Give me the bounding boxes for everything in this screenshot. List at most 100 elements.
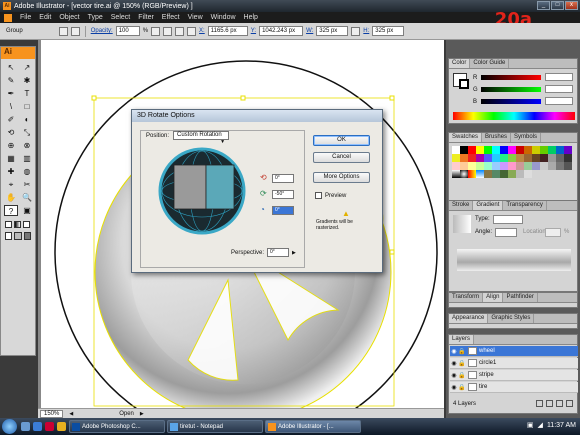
trash-icon[interactable] (566, 400, 573, 407)
gradient-ramp[interactable] (457, 249, 571, 271)
preview-checkbox-box[interactable] (315, 192, 322, 199)
color-spectrum[interactable] (453, 112, 575, 120)
y-rotation-field[interactable]: -50° (272, 190, 294, 199)
menu-view[interactable]: View (188, 14, 203, 21)
normal-screen-icon[interactable] (5, 232, 13, 240)
more-options-button[interactable]: More Options (313, 172, 370, 183)
g-slider[interactable] (481, 87, 541, 92)
taskbar-item-illustrator[interactable]: Adobe Illustrator - [... (265, 420, 361, 433)
quicklaunch-app-icon[interactable] (45, 422, 54, 431)
warp-tool-icon[interactable]: ⊕ (4, 140, 18, 151)
layer-name[interactable]: stripe (479, 372, 494, 378)
document-icon[interactable] (4, 13, 12, 22)
paintbrush-tool-icon[interactable]: ◐ (20, 114, 34, 125)
rectangle-tool-icon[interactable]: □ (20, 101, 34, 112)
swatch-grid[interactable] (452, 146, 572, 188)
gradient-thumbnail[interactable] (453, 215, 471, 233)
color-mode-icon[interactable] (5, 221, 12, 228)
eye-icon[interactable]: ◉ (450, 384, 458, 391)
brush-icon[interactable] (70, 26, 80, 36)
tab-brushes[interactable]: Brushes (482, 133, 512, 142)
tab-stroke[interactable]: Stroke (449, 201, 474, 210)
tab-color-guide[interactable]: Color Guide (470, 59, 510, 68)
perspective-field[interactable]: 0° (267, 248, 290, 257)
lasso-tool-icon[interactable]: ✱ (20, 75, 34, 86)
g-value-field[interactable] (545, 85, 573, 93)
artboard-canvas[interactable]: 3D Rotate Options Position: Custom Rotat… (38, 40, 444, 408)
stroke-swatch-icon[interactable] (58, 26, 68, 36)
tab-swatches[interactable]: Swatches (449, 133, 483, 142)
w-field[interactable]: 325 px (316, 26, 349, 36)
menu-help[interactable]: Help (244, 14, 258, 21)
menu-select[interactable]: Select (111, 14, 130, 21)
x-rotation-field[interactable]: 0° (272, 174, 294, 183)
scroll-right-icon[interactable]: ▶ (140, 411, 144, 417)
type-tool-icon[interactable]: T (20, 88, 34, 99)
y-field[interactable]: 1042.243 px (259, 26, 304, 36)
link-icon[interactable] (351, 26, 361, 36)
magic-wand-tool-icon[interactable]: ✎ (4, 75, 18, 86)
line-tool-icon[interactable]: \ (4, 101, 18, 112)
free-transform-tool-icon[interactable]: ⊗ (20, 140, 34, 151)
minimize-button[interactable]: _ (537, 1, 550, 10)
stroke-swatch[interactable] (459, 79, 469, 89)
tab-pathfinder[interactable]: Pathfinder (503, 293, 538, 302)
position-select[interactable]: Custom Rotation ▼ (173, 131, 230, 145)
show-desktop-icon[interactable] (21, 422, 30, 431)
lock-icon[interactable]: 🔒 (458, 360, 466, 367)
taskbar-item-photoshop[interactable]: Adobe Photoshop C... (69, 420, 165, 433)
maximize-button[interactable]: □ (551, 1, 564, 10)
symbol-sprayer-tool-icon[interactable]: ▦ (4, 153, 18, 164)
gradient-type-select[interactable] (493, 215, 523, 224)
preview-checkbox[interactable]: Preview (315, 192, 346, 199)
hand-tool-icon[interactable]: ✋ (4, 192, 18, 203)
layer-row[interactable]: ◉ 🔒 tire (450, 382, 578, 393)
menu-edit[interactable]: Edit (39, 14, 51, 21)
layer-row[interactable]: ◉ 🔒 circle1 (450, 358, 578, 369)
eye-icon[interactable]: ◉ (450, 360, 458, 367)
fill-icon[interactable]: ? (4, 205, 18, 216)
zoom-tool-icon[interactable]: 🔍 (20, 192, 34, 203)
lock-icon[interactable]: 🔒 (458, 372, 466, 379)
reference-point-icon[interactable] (187, 26, 197, 36)
scroll-left-icon[interactable]: ◀ (69, 411, 73, 417)
gradient-mode-icon[interactable] (14, 221, 21, 228)
eyedropper-tool-icon[interactable]: ⌖ (4, 179, 18, 190)
lock-icon[interactable]: 🔒 (458, 348, 466, 355)
tab-transform[interactable]: Transform (449, 293, 484, 302)
r-slider[interactable] (481, 75, 541, 80)
menu-effect[interactable]: Effect (162, 14, 180, 21)
x-field[interactable]: 1165.6 px (207, 26, 248, 36)
browser-icon[interactable] (33, 422, 42, 431)
new-layer-icon[interactable] (556, 400, 563, 407)
opacity-field[interactable]: 100 (115, 26, 140, 36)
layer-name[interactable]: circle1 (479, 360, 496, 366)
menu-object[interactable]: Object (59, 14, 79, 21)
rotate-tool-icon[interactable]: ⟲ (4, 127, 18, 138)
zoom-field[interactable]: 150% (40, 409, 64, 418)
pen-tool-icon[interactable]: ✒ (4, 88, 18, 99)
b-value-field[interactable] (545, 97, 573, 105)
style-swatch-icon[interactable] (151, 26, 161, 36)
scissors-tool-icon[interactable]: ✂ (20, 179, 34, 190)
clock[interactable]: 11:37 AM (547, 422, 576, 429)
quicklaunch-app-icon[interactable] (57, 422, 66, 431)
tab-transparency[interactable]: Transparency (503, 201, 547, 210)
tab-align[interactable]: Align (483, 293, 504, 302)
gradient-location-field[interactable] (545, 228, 561, 237)
full-screen-menu-icon[interactable] (14, 232, 22, 240)
b-slider[interactable] (481, 99, 541, 104)
layer-row[interactable]: ◉ 🔒 wheel (450, 346, 578, 357)
start-button-icon[interactable] (2, 419, 17, 434)
gradient-tool-icon[interactable]: ◍ (20, 166, 34, 177)
menu-type[interactable]: Type (88, 14, 103, 21)
opacity-label[interactable]: Opacity: (91, 28, 113, 34)
tab-appearance[interactable]: Appearance (449, 314, 489, 323)
recolor-icon[interactable] (163, 26, 173, 36)
stroke-icon[interactable]: ▣ (20, 205, 34, 216)
menu-window[interactable]: Window (211, 14, 236, 21)
mesh-tool-icon[interactable]: ✚ (4, 166, 18, 177)
r-value-field[interactable] (545, 73, 573, 81)
layer-name[interactable]: tire (479, 384, 487, 390)
ok-button[interactable]: OK (313, 135, 370, 146)
